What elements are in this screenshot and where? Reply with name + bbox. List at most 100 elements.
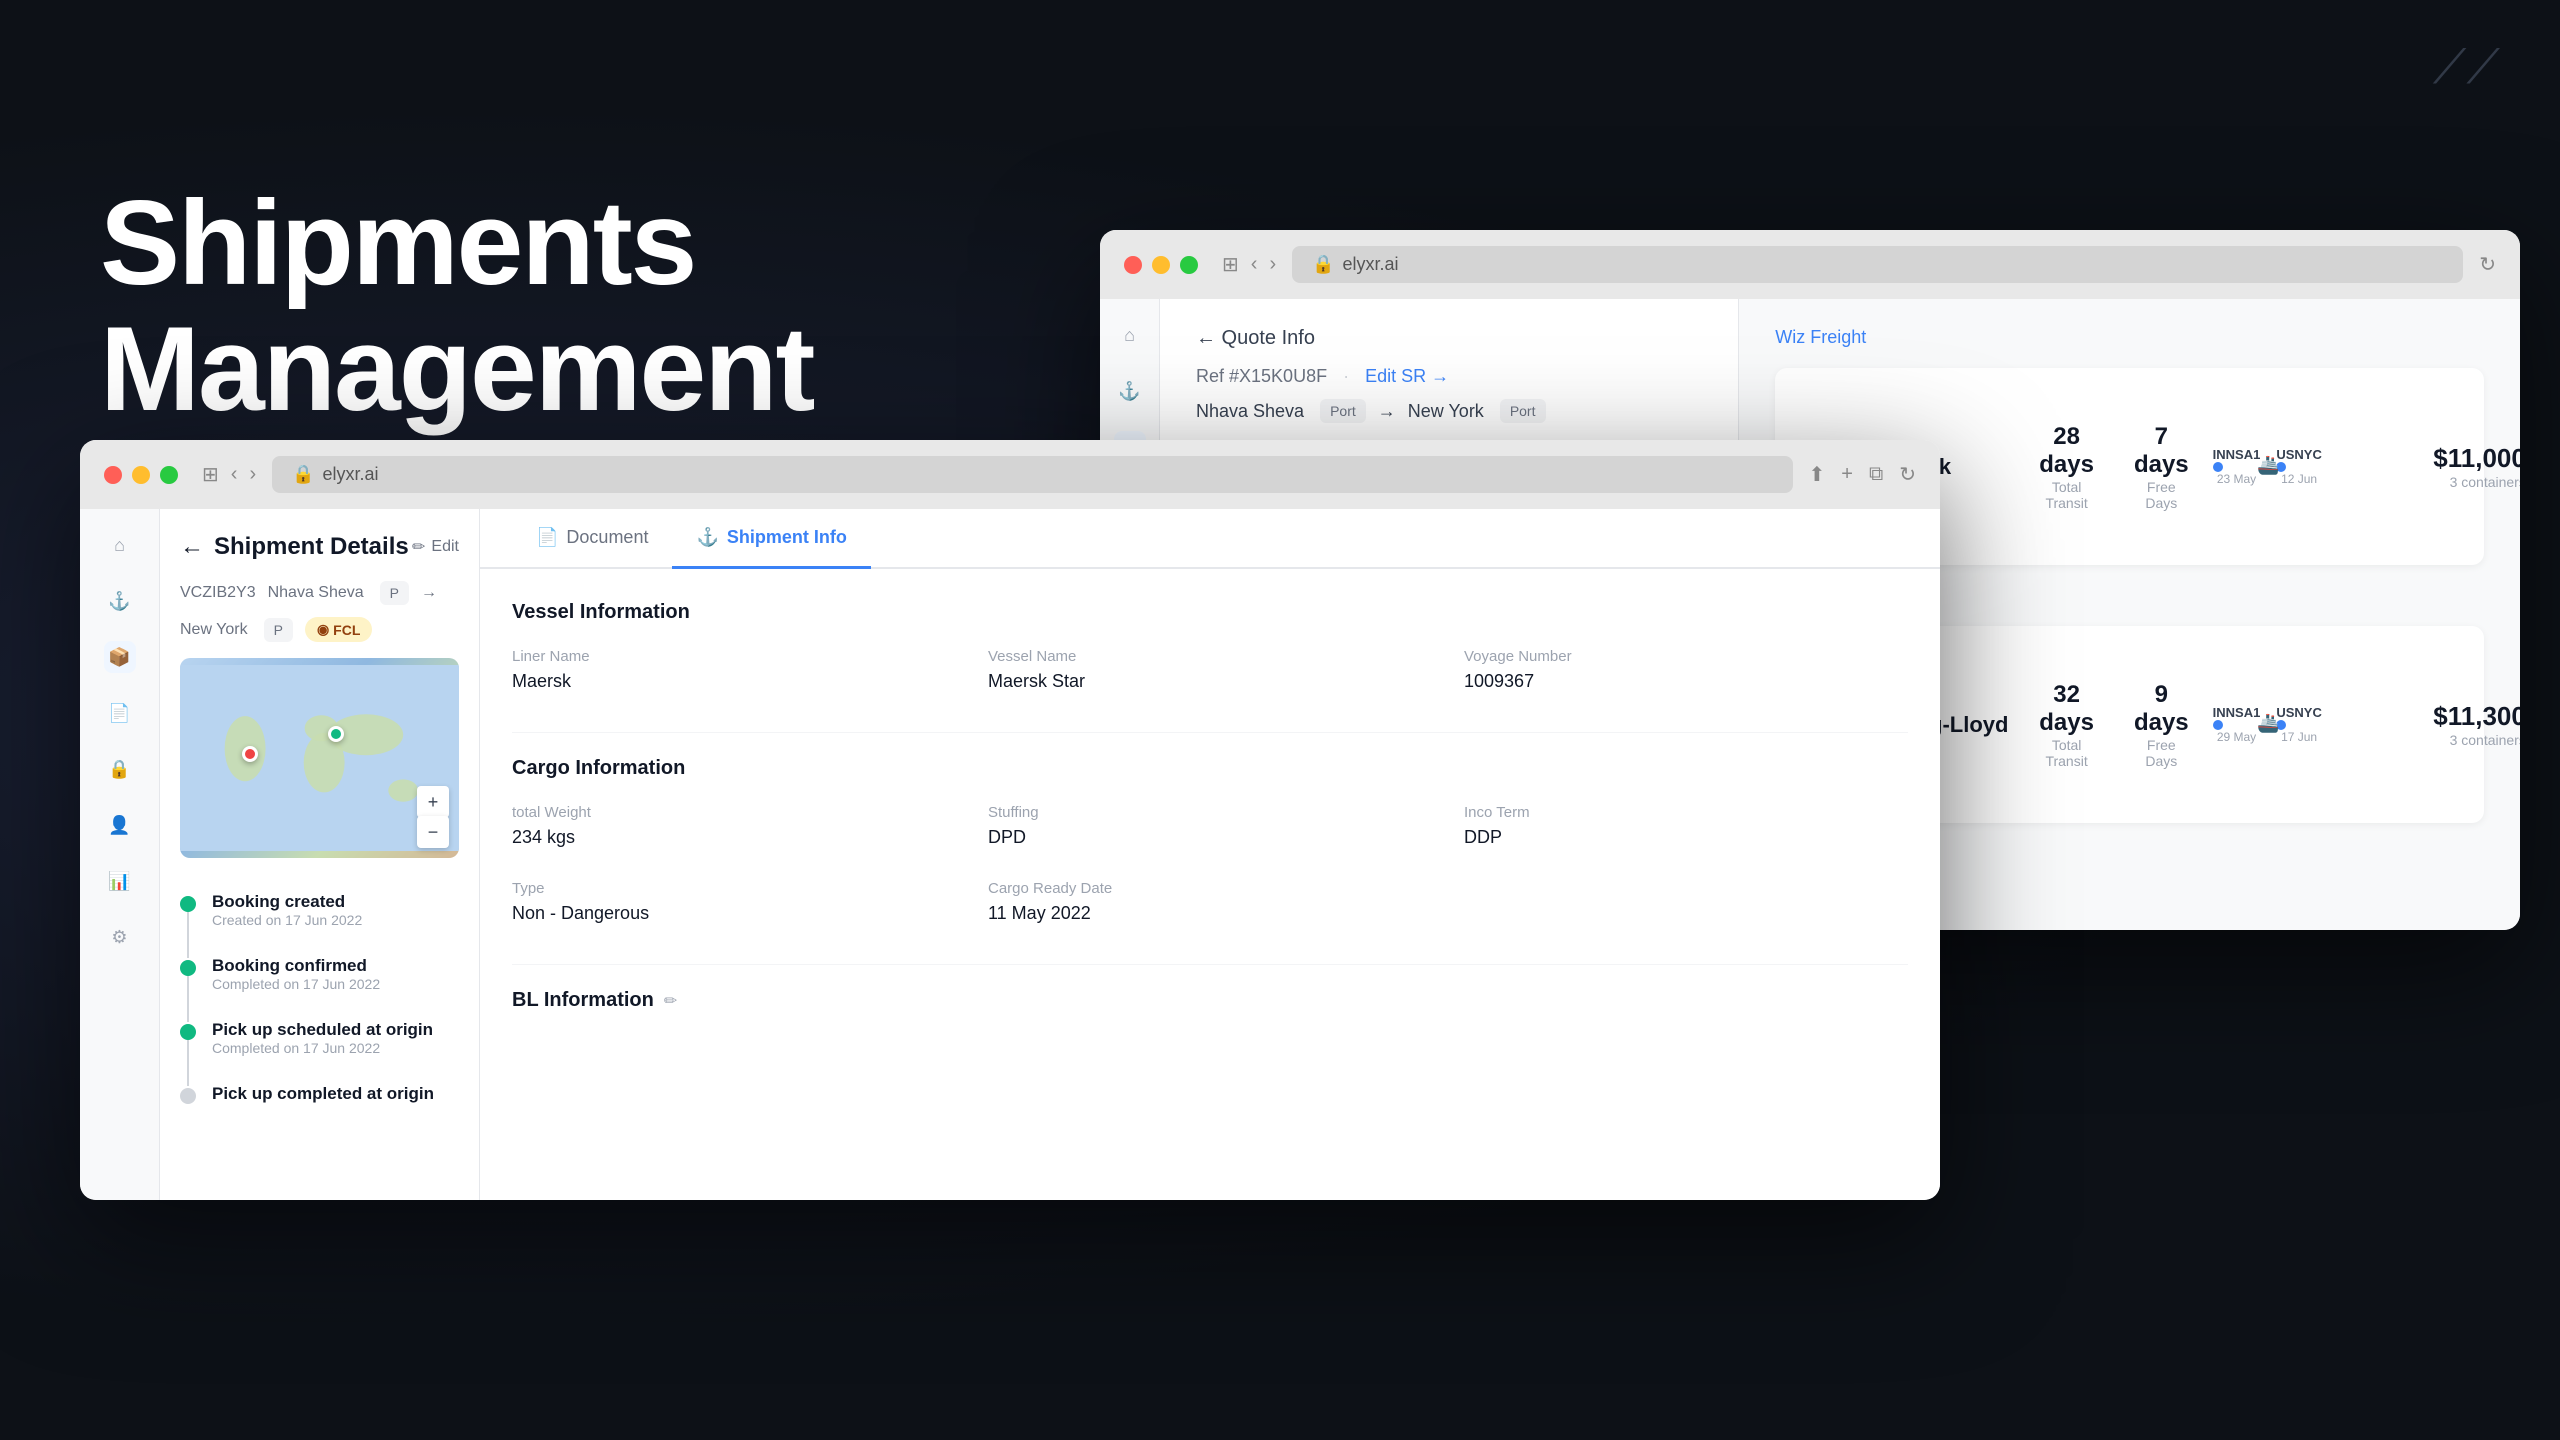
milestone-dot-2	[180, 960, 196, 976]
maersk-free-days-val: 7 days	[2134, 423, 2189, 479]
back-link[interactable]: ← Quote Info	[1196, 327, 1315, 350]
dot-yellow[interactable]	[1152, 256, 1170, 274]
shipment-dot-red[interactable]	[104, 466, 122, 484]
fcl-dot: ◉	[317, 621, 329, 638]
map-pin-dest	[242, 746, 258, 762]
edit-button[interactable]: ✏ Edit	[412, 537, 459, 557]
milestone-item: Booking created Created on 17 Jun 2022	[180, 878, 459, 942]
milestone-info-2: Booking confirmed Completed on 17 Jun 20…	[212, 956, 380, 992]
shipment-meta-bar: VCZIB2Y3 Nhava Sheva P → New York P ◉ FC…	[180, 581, 459, 642]
milestone-title-2: Booking confirmed	[212, 956, 380, 976]
forwarder-label: Wiz Freight	[1775, 327, 2484, 348]
maersk-timeline: INNSA1 23 May 🚢 USNYC 12 Jun	[2213, 447, 2322, 486]
stuffing-field: Stuffing DPD	[988, 804, 1432, 848]
route-bar: Nhava Sheva Port → New York Port	[1196, 399, 1702, 423]
shipment-lock-icon: 🔒	[292, 464, 314, 485]
cargo-inco-value: DDP	[1464, 827, 1908, 848]
dot-green[interactable]	[1180, 256, 1198, 274]
hapag-transit-label: Total Transit	[2039, 737, 2094, 769]
milestone-date-3: Completed on 17 Jun 2022	[212, 1040, 433, 1056]
liner-name-field: Liner Name Maersk	[512, 648, 956, 692]
hapag-dest-date: 17 Jun	[2276, 730, 2322, 744]
shipment-grid-icon[interactable]: ⊞	[202, 462, 219, 487]
shipment-dot-yellow[interactable]	[132, 466, 150, 484]
hapag-tl-start	[2213, 720, 2223, 730]
milestone-info-4: Pick up completed at origin	[212, 1084, 434, 1104]
shipment-dot-green[interactable]	[160, 466, 178, 484]
bl-section-header: BL Information ✏	[512, 989, 1908, 1012]
maersk-transit: 28 days Total Transit 7 days Free Days	[2039, 423, 2188, 511]
maersk-free-days: 7 days Free Days	[2134, 423, 2189, 511]
vessel-info-grid: Liner Name Maersk Vessel Name Maersk Sta…	[512, 648, 1908, 692]
shipment-browser-dots	[104, 466, 178, 484]
info-panel: 📄 Document ⚓ Shipment Info Vessel Inform…	[480, 509, 1940, 1200]
shipment-browser-controls: ⊞ ‹ ›	[202, 462, 256, 487]
origin-meta-tag: P	[380, 581, 409, 605]
url-bar[interactable]: 🔒 elyxr.ai	[1292, 246, 2463, 283]
milestone-info-3: Pick up scheduled at origin Completed on…	[212, 1020, 433, 1056]
maersk-total-transit: 28 days Total Transit	[2039, 423, 2094, 511]
info-content: Vessel Information Liner Name Maersk Ves…	[480, 569, 1940, 1200]
maersk-price: $11,000	[2346, 443, 2520, 474]
milestone-list: Booking created Created on 17 Jun 2022 B…	[180, 878, 459, 1118]
back-arrow-icon[interactable]: ‹	[1251, 253, 1258, 276]
bl-edit-icon[interactable]: ✏	[664, 991, 677, 1011]
milestone-item-4: Pick up completed at origin	[180, 1070, 459, 1118]
edit-link[interactable]: Edit SR →	[1365, 366, 1449, 387]
sidebar-ship-icon[interactable]: ⚓	[1114, 375, 1146, 407]
shipment-refresh-icon[interactable]: ↻	[1899, 462, 1916, 487]
shipment-url-text: elyxr.ai	[323, 464, 379, 485]
shipment-nav-panel: ← Shipment Details ✏ Edit VCZIB2Y3 Nhava…	[160, 509, 480, 1200]
origin-port-tag: Port	[1320, 399, 1366, 423]
milestone-item-3: Pick up scheduled at origin Completed on…	[180, 1006, 459, 1070]
document-icon: 📄	[536, 527, 558, 548]
type-label: Type	[512, 880, 956, 897]
shipment-browser-bar: ⊞ ‹ › 🔒 elyxr.ai ⬆ + ⧉ ↻	[80, 440, 1940, 509]
tabs-icon[interactable]: ⧉	[1869, 463, 1883, 486]
dest-name: New York	[1408, 401, 1484, 422]
sh-docs-icon[interactable]: 📄	[104, 697, 136, 729]
dot-red[interactable]	[1124, 256, 1142, 274]
map-zoom-in[interactable]: +	[417, 786, 449, 818]
section-divider-2	[512, 964, 1908, 965]
map-container: + −	[180, 658, 459, 858]
sh-user-icon[interactable]: 👤	[104, 809, 136, 841]
ship-tab-icon: ⚓	[696, 527, 718, 548]
vessel-name-field: Vessel Name Maersk Star	[988, 648, 1432, 692]
maersk-transit-days: 28 days	[2039, 423, 2094, 479]
refresh-icon[interactable]: ↻	[2479, 252, 2496, 277]
map-zoom-out[interactable]: −	[417, 816, 449, 848]
info-tabs: 📄 Document ⚓ Shipment Info	[480, 509, 1940, 569]
sh-box-icon[interactable]: 📦	[104, 641, 136, 673]
share-icon[interactable]: ⬆	[1809, 462, 1826, 487]
shipment-back-icon[interactable]: ‹	[231, 463, 238, 486]
sh-settings-icon[interactable]: ⚙	[104, 921, 136, 953]
shipment-forward-icon[interactable]: ›	[249, 463, 256, 486]
back-arrow-nav[interactable]: ←	[180, 533, 204, 561]
sh-lock-icon[interactable]: 🔒	[104, 753, 136, 785]
cargo-section-title: Cargo Information	[512, 757, 1908, 780]
milestone-title-3: Pick up scheduled at origin	[212, 1020, 433, 1040]
sh-analytics-icon[interactable]: 📊	[104, 865, 136, 897]
lock-icon: 🔒	[1312, 254, 1334, 275]
bl-section-title: BL Information	[512, 989, 654, 1012]
meta-arrow: →	[421, 584, 437, 602]
maersk-dest-info: USNYC 12 Jun	[2276, 447, 2322, 486]
tab-document[interactable]: 📄 Document	[512, 509, 672, 569]
add-tab-icon[interactable]: +	[1841, 463, 1853, 486]
hapag-origin-code: INNSA1	[2213, 705, 2261, 720]
tab-shipment-info[interactable]: ⚓ Shipment Info	[672, 509, 870, 569]
sh-home-icon[interactable]: ⌂	[104, 529, 136, 561]
hapag-timeline: INNSA1 29 May 🚢 USNYC 17 Jun	[2213, 705, 2322, 744]
shipment-content: ⌂ ⚓ 📦 📄 🔒 👤 📊 ⚙ ← Shipment Details ✏ Edi…	[80, 509, 1940, 1200]
voyage-number-label: Voyage Number	[1464, 648, 1908, 665]
hapag-free-label: Free Days	[2134, 737, 2189, 769]
sidebar-home-icon[interactable]: ⌂	[1114, 319, 1146, 351]
hapag-total-transit: 32 days Total Transit	[2039, 681, 2094, 769]
hapag-free-days-val: 9 days	[2134, 681, 2189, 737]
shipment-url-bar[interactable]: 🔒 elyxr.ai	[272, 456, 1792, 493]
sh-ship-icon[interactable]: ⚓	[104, 585, 136, 617]
voyage-number-field: Voyage Number 1009367	[1464, 648, 1908, 692]
grid-icon[interactable]: ⊞	[1222, 252, 1239, 277]
forward-arrow-icon[interactable]: ›	[1269, 253, 1276, 276]
